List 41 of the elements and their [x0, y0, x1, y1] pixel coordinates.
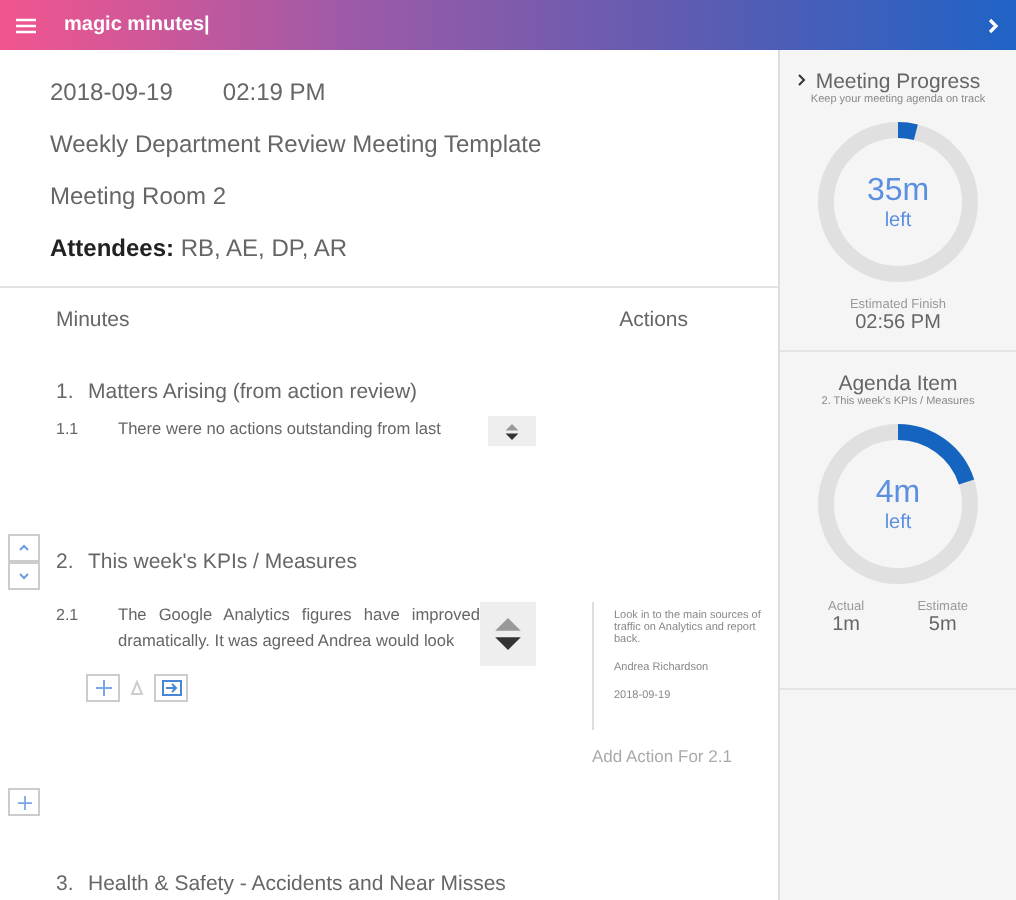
attendees-label: Attendees: — [50, 234, 175, 262]
meeting-time: 02:19 PM — [222, 78, 326, 106]
panel-title: Agenda Item — [836, 372, 960, 396]
add-item-button[interactable] — [8, 788, 40, 816]
plus-icon — [17, 795, 31, 809]
reorder-spinner[interactable] — [480, 602, 536, 666]
minute-text[interactable]: The Google Analytics figures have improved dramatically. It was agreed Andrea would look — [118, 602, 480, 654]
attendees-list: RB, AE, DP, AR — [180, 234, 348, 262]
agenda-item-title[interactable]: This week's KPIs / Measures — [88, 550, 357, 574]
minute-number: 1.1 — [56, 418, 81, 438]
agenda-item-title[interactable]: Matters Arising (from action review) — [88, 380, 418, 404]
column-header: Minutes — [56, 308, 130, 332]
plus-icon — [95, 680, 111, 696]
finish-time: 02:56 PM — [853, 312, 943, 334]
time-left-unit: left — [884, 511, 912, 533]
column-header: Actions — [619, 308, 688, 332]
chevron-up-icon — [18, 544, 30, 552]
item-number: 3. — [56, 872, 76, 896]
move-down-button[interactable] — [8, 562, 40, 590]
time-left-value: 4m — [875, 475, 921, 511]
estimate-value: 5m — [926, 614, 959, 636]
reorder-spinner[interactable] — [488, 416, 536, 446]
chevron-down-icon — [18, 572, 30, 580]
panel-title: Meeting Progress — [813, 70, 983, 94]
item-number: 2. — [56, 550, 76, 574]
action-icon[interactable] — [154, 674, 188, 702]
add-button[interactable] — [86, 674, 120, 702]
meeting-location: Meeting Room 2 — [50, 182, 229, 210]
agenda-item-title[interactable]: Health & Safety - Accidents and Near Misses — [88, 872, 506, 896]
item-number: 1. — [56, 380, 76, 404]
move-up-button[interactable] — [8, 534, 40, 562]
minute-number: 2.1 — [56, 604, 81, 624]
time-left-unit: left — [884, 209, 912, 231]
time-left-value: 35m — [866, 173, 930, 209]
menu-icon[interactable] — [16, 17, 36, 33]
actual-value: 1m — [830, 614, 862, 636]
minute-text[interactable]: There were no actions outstanding from last — [118, 416, 488, 442]
chevron-right-icon[interactable] — [798, 74, 806, 86]
meeting-date: 2018-09-19 — [50, 78, 173, 106]
meeting-title: Weekly Department Review Meeting Template — [50, 130, 544, 158]
app-title: magic minutes| — [64, 14, 212, 36]
